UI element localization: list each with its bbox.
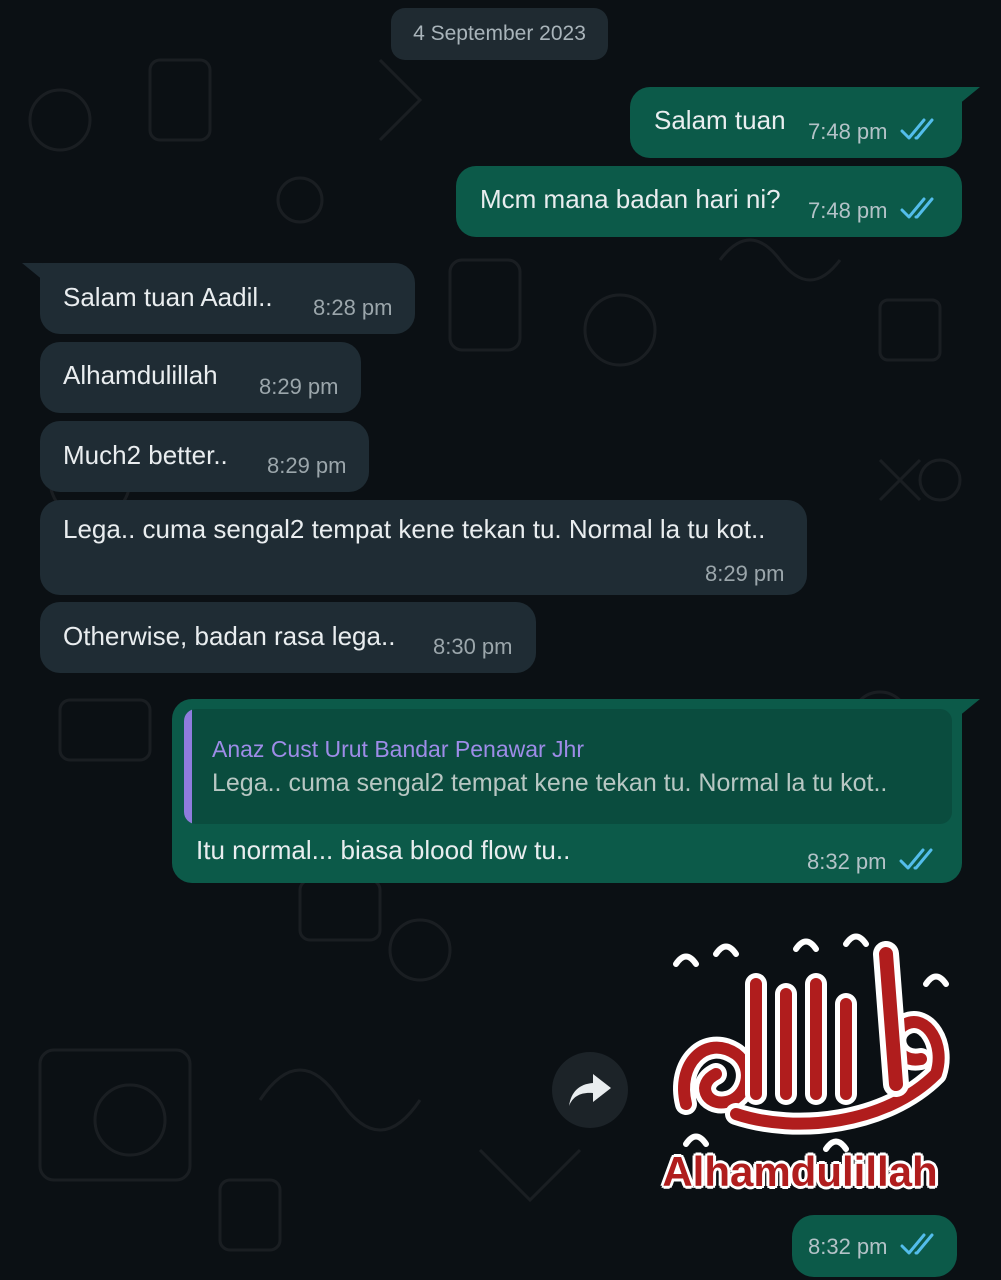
quote-text: Lega.. cuma sengal2 tempat kene tekan tu…	[212, 769, 888, 797]
message-text: Alhamdulillah	[63, 360, 218, 390]
message-text: Salam tuan	[654, 105, 786, 135]
message-time: 8:29 pm	[267, 453, 347, 478]
message-text: Mcm mana badan hari ni?	[480, 184, 781, 214]
message-text: Much2 better..	[63, 440, 228, 470]
outgoing-message[interactable]: Salam tuan 7:48 pm	[630, 87, 962, 158]
incoming-message[interactable]: Much2 better.. 8:29 pm	[40, 421, 369, 492]
quote-author: Anaz Cust Urut Bandar Penawar Jhr	[212, 736, 585, 762]
message-time: 8:29 pm	[705, 561, 785, 586]
message-time: 7:48 pm	[808, 119, 888, 144]
message-time: 8:32 pm	[807, 849, 887, 874]
forward-arrow-icon	[569, 1074, 611, 1106]
message-time: 8:28 pm	[313, 295, 393, 320]
message-time: 7:48 pm	[808, 198, 888, 223]
quote-accent-bar	[184, 709, 192, 824]
double-check-read-icon	[900, 118, 934, 140]
incoming-message[interactable]: Alhamdulillah 8:29 pm	[40, 342, 361, 413]
forward-button[interactable]	[552, 1052, 628, 1128]
sticker-time-chip: 8:32 pm	[792, 1215, 957, 1277]
outgoing-message[interactable]: Mcm mana badan hari ni? 7:48 pm	[456, 166, 962, 237]
message-text: Salam tuan Aadil..	[63, 282, 273, 312]
message-text: Otherwise, badan rasa lega..	[63, 621, 396, 651]
double-check-read-icon	[899, 848, 933, 870]
message-text: Lega.. cuma sengal2 tempat kene tekan tu…	[63, 514, 766, 544]
incoming-message[interactable]: Salam tuan Aadil.. 8:28 pm	[40, 263, 415, 334]
sticker-caption: Alhamdulillah	[662, 1148, 938, 1195]
incoming-message[interactable]: Otherwise, badan rasa lega.. 8:30 pm	[40, 602, 536, 673]
message-time: 8:30 pm	[433, 634, 513, 659]
message-text: Itu normal... biasa blood flow tu..	[196, 835, 571, 865]
message-time: 8:32 pm	[808, 1234, 888, 1259]
message-time: 8:29 pm	[259, 374, 339, 399]
double-check-read-icon	[900, 1233, 934, 1255]
bubble-tail	[958, 87, 980, 105]
double-check-read-icon	[900, 197, 934, 219]
bubble-tail	[958, 699, 980, 717]
quoted-message[interactable]: Anaz Cust Urut Bandar Penawar Jhr Lega..…	[184, 709, 952, 824]
incoming-message[interactable]: Lega.. cuma sengal2 tempat kene tekan tu…	[40, 500, 807, 595]
date-separator: 4 September 2023	[391, 8, 608, 60]
